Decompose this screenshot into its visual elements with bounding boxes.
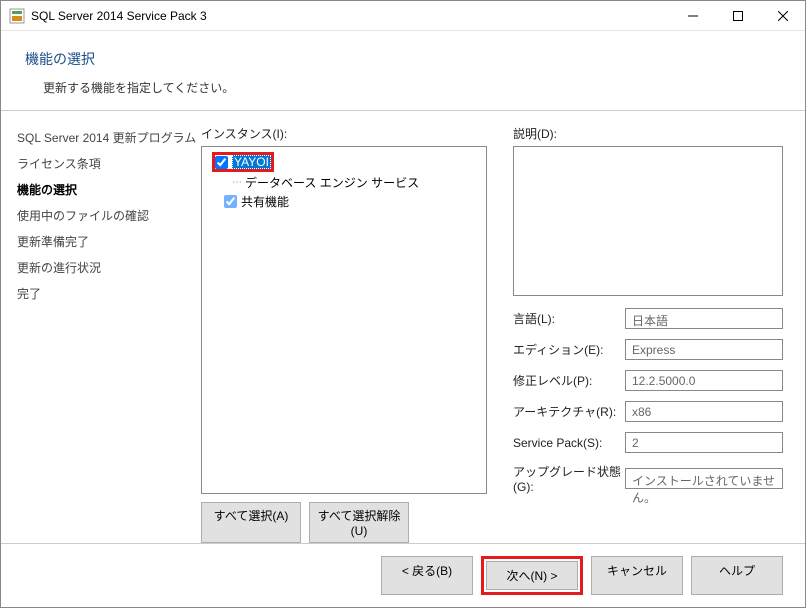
description-label: 説明(D): [513,125,783,142]
sidebar-item-complete[interactable]: 完了 [17,281,201,307]
select-all-button[interactable]: すべて選択(A) [201,502,301,543]
sidebar: SQL Server 2014 更新プログラム ライセンス条項 機能の選択 使用… [1,111,201,543]
window-title: SQL Server 2014 Service Pack 3 [31,9,670,23]
tree-label-db-engine: データベース エンジン サービス [245,174,419,191]
description-box [513,146,783,296]
sidebar-item-progress[interactable]: 更新の進行状況 [17,255,201,281]
edition-label: エディション(E): [513,341,625,358]
sidebar-item-license[interactable]: ライセンス条項 [17,151,201,177]
body: SQL Server 2014 更新プログラム ライセンス条項 機能の選択 使用… [1,111,805,543]
close-button[interactable] [760,1,805,30]
details-column: 説明(D): 言語(L): 日本語 エディション(E): Express 修正レ… [513,125,783,543]
detail-row-arch: アーキテクチャ(R): x86 [513,401,783,422]
next-button[interactable]: 次へ(N) > [486,561,578,590]
tree-node-shared[interactable]: 共有機能 [206,192,482,211]
tree-node-db-engine[interactable]: ⋯ データベース エンジン サービス [206,173,482,192]
instances-tree[interactable]: YAYOI ⋯ データベース エンジン サービス 共有機能 [201,146,487,494]
upgrade-label: アップグレード状態(G): [513,463,625,494]
sidebar-item-feature-selection[interactable]: 機能の選択 [17,177,201,203]
detail-row-upgrade: アップグレード状態(G): インストールされていません。 [513,463,783,494]
cancel-button[interactable]: キャンセル [591,556,683,595]
instances-label: インスタンス(I): [201,125,487,142]
detail-row-language: 言語(L): 日本語 [513,308,783,329]
tree-label-shared: 共有機能 [241,193,289,210]
sidebar-item-files-in-use[interactable]: 使用中のファイルの確認 [17,203,201,229]
tree-node-root[interactable]: YAYOI [206,151,482,173]
arch-label: アーキテクチャ(R): [513,403,625,420]
detail-row-sp: Service Pack(S): 2 [513,432,783,453]
patch-label: 修正レベル(P): [513,372,625,389]
instances-column: インスタンス(I): YAYOI ⋯ データベース エンジン サービス [201,125,487,543]
main: インスタンス(I): YAYOI ⋯ データベース エンジン サービス [201,111,805,543]
app-icon [9,8,25,24]
header: 機能の選択 更新する機能を指定してください。 [1,31,805,111]
language-label: 言語(L): [513,310,625,327]
checkbox-yayoi[interactable] [215,156,228,169]
page-subtitle: 更新する機能を指定してください。 [43,79,781,96]
upgrade-value: インストールされていません。 [625,468,783,489]
highlight-next: 次へ(N) > [481,556,583,595]
tree-label-yayoi: YAYOI [232,155,271,169]
help-button[interactable]: ヘルプ [691,556,783,595]
arch-value: x86 [625,401,783,422]
checkbox-shared [224,195,237,208]
sidebar-item-ready[interactable]: 更新準備完了 [17,229,201,255]
titlebar: SQL Server 2014 Service Pack 3 [1,1,805,31]
detail-row-patch: 修正レベル(P): 12.2.5000.0 [513,370,783,391]
patch-value: 12.2.5000.0 [625,370,783,391]
tree-connector-icon: ⋯ [232,177,241,188]
select-buttons: すべて選択(A) すべて選択解除(U) [201,502,487,543]
sp-value: 2 [625,432,783,453]
language-value: 日本語 [625,308,783,329]
titlebar-buttons [670,1,805,30]
footer: < 戻る(B) 次へ(N) > キャンセル ヘルプ [1,543,805,607]
window-root: SQL Server 2014 Service Pack 3 機能の選択 更新す… [0,0,806,608]
page-title: 機能の選択 [25,49,781,69]
minimize-button[interactable] [670,1,715,30]
highlight-yayoi: YAYOI [212,152,274,172]
maximize-button[interactable] [715,1,760,30]
deselect-all-button[interactable]: すべて選択解除(U) [309,502,409,543]
sp-label: Service Pack(S): [513,436,625,450]
edition-value: Express [625,339,783,360]
sidebar-item-update-program[interactable]: SQL Server 2014 更新プログラム [17,125,201,151]
back-button[interactable]: < 戻る(B) [381,556,473,595]
detail-row-edition: エディション(E): Express [513,339,783,360]
